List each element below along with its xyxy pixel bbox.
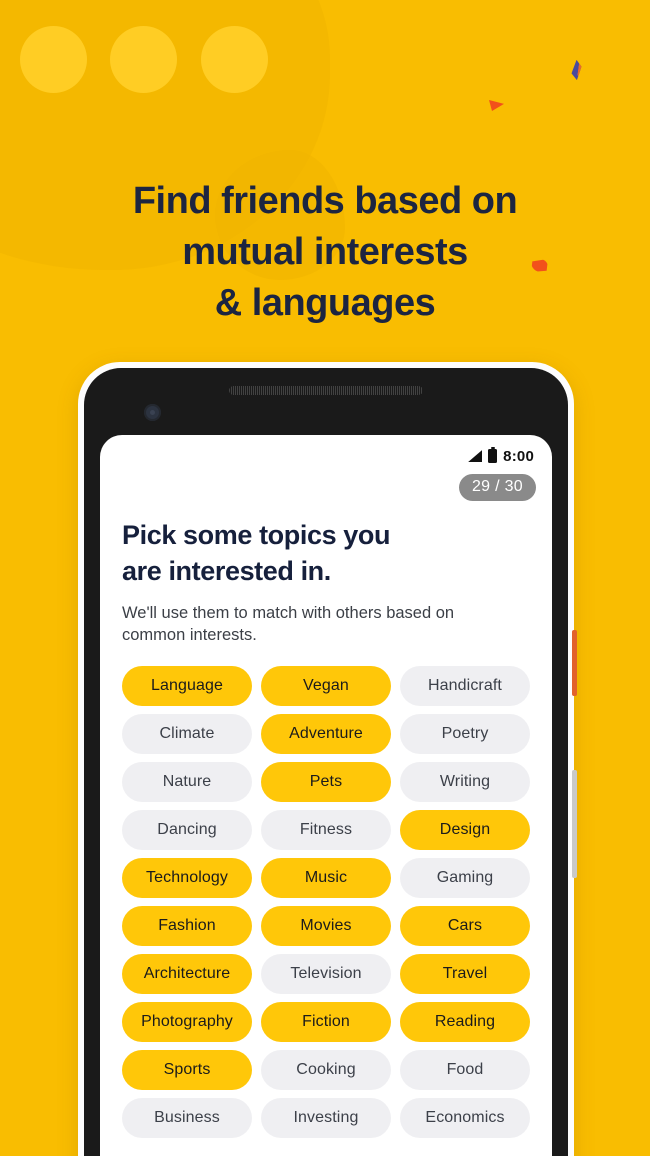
screen-content: Pick some topics you are interested in. … [100,501,552,1138]
screen-subtitle: We'll use them to match with others base… [122,602,530,646]
front-camera-icon [144,404,161,421]
topic-chip-technology[interactable]: Technology [122,858,252,898]
phone-screen: 8:00 29 / 30 Pick some topics you are in… [100,435,552,1156]
topic-chip-gaming[interactable]: Gaming [400,858,530,898]
triangle-orange-1-icon [489,100,504,111]
topic-chip-economics[interactable]: Economics [400,1098,530,1138]
screen-title: Pick some topics you are interested in. [122,517,530,589]
topic-chip-cooking[interactable]: Cooking [261,1050,391,1090]
progress-badge: 29 / 30 [458,474,536,501]
topic-chip-poetry[interactable]: Poetry [400,714,530,754]
topic-chip-dancing[interactable]: Dancing [122,810,252,850]
headline-line-2: mutual interests [182,231,468,273]
topics-grid: Language Vegan Handicraft Climate Adventure P… [122,666,530,1138]
volume-button[interactable] [572,770,577,878]
topic-chip-handicraft[interactable]: Handicraft [400,666,530,706]
topic-chip-investing[interactable]: Investing [261,1098,391,1138]
screen-title-line-1: Pick some topics you [122,520,391,550]
topic-chip-climate[interactable]: Climate [122,714,252,754]
topic-chip-vegan[interactable]: Vegan [261,666,391,706]
typing-dot-2-icon [110,26,177,93]
topic-chip-adventure[interactable]: Adventure [261,714,391,754]
screen-title-line-2: are interested in. [122,556,331,586]
phone-bezel: 8:00 29 / 30 Pick some topics you are in… [84,368,568,1156]
arrow-blue-icon [571,59,583,80]
topic-chip-fiction[interactable]: Fiction [261,1002,391,1042]
topic-chip-reading[interactable]: Reading [400,1002,530,1042]
topic-chip-photography[interactable]: Photography [122,1002,252,1042]
topic-chip-pets[interactable]: Pets [261,762,391,802]
power-button[interactable] [572,630,577,696]
topic-chip-food[interactable]: Food [400,1050,530,1090]
topic-chip-nature[interactable]: Nature [122,762,252,802]
topic-chip-sports[interactable]: Sports [122,1050,252,1090]
topic-chip-fitness[interactable]: Fitness [261,810,391,850]
signal-icon [468,450,483,462]
headline-line-1: Find friends based on [132,180,518,222]
screen-subtitle-line-1: We'll use them to match with others base… [122,604,455,622]
topic-chip-fashion[interactable]: Fashion [122,906,252,946]
topic-chip-language[interactable]: Language [122,666,252,706]
topic-chip-television[interactable]: Television [261,954,391,994]
topic-chip-design[interactable]: Design [400,810,530,850]
battery-icon [488,446,498,463]
topic-chip-business[interactable]: Business [122,1098,252,1138]
status-bar-time: 8:00 [503,447,534,465]
topic-chip-cars[interactable]: Cars [400,906,530,946]
topic-chip-travel[interactable]: Travel [400,954,530,994]
speaker-grille-icon [229,386,423,395]
status-bar: 8:00 [100,435,552,465]
headline-line-3: & languages [214,282,436,324]
phone-mockup: 8:00 29 / 30 Pick some topics you are in… [78,362,577,1156]
screen-subtitle-line-2: common interests. [122,626,257,644]
topic-chip-architecture[interactable]: Architecture [122,954,252,994]
typing-dot-1-icon [20,26,87,93]
typing-dot-3-icon [201,26,268,93]
page-title: Find friends based on mutual interests &… [0,176,650,329]
topic-chip-music[interactable]: Music [261,858,391,898]
topic-chip-movies[interactable]: Movies [261,906,391,946]
topic-chip-writing[interactable]: Writing [400,762,530,802]
